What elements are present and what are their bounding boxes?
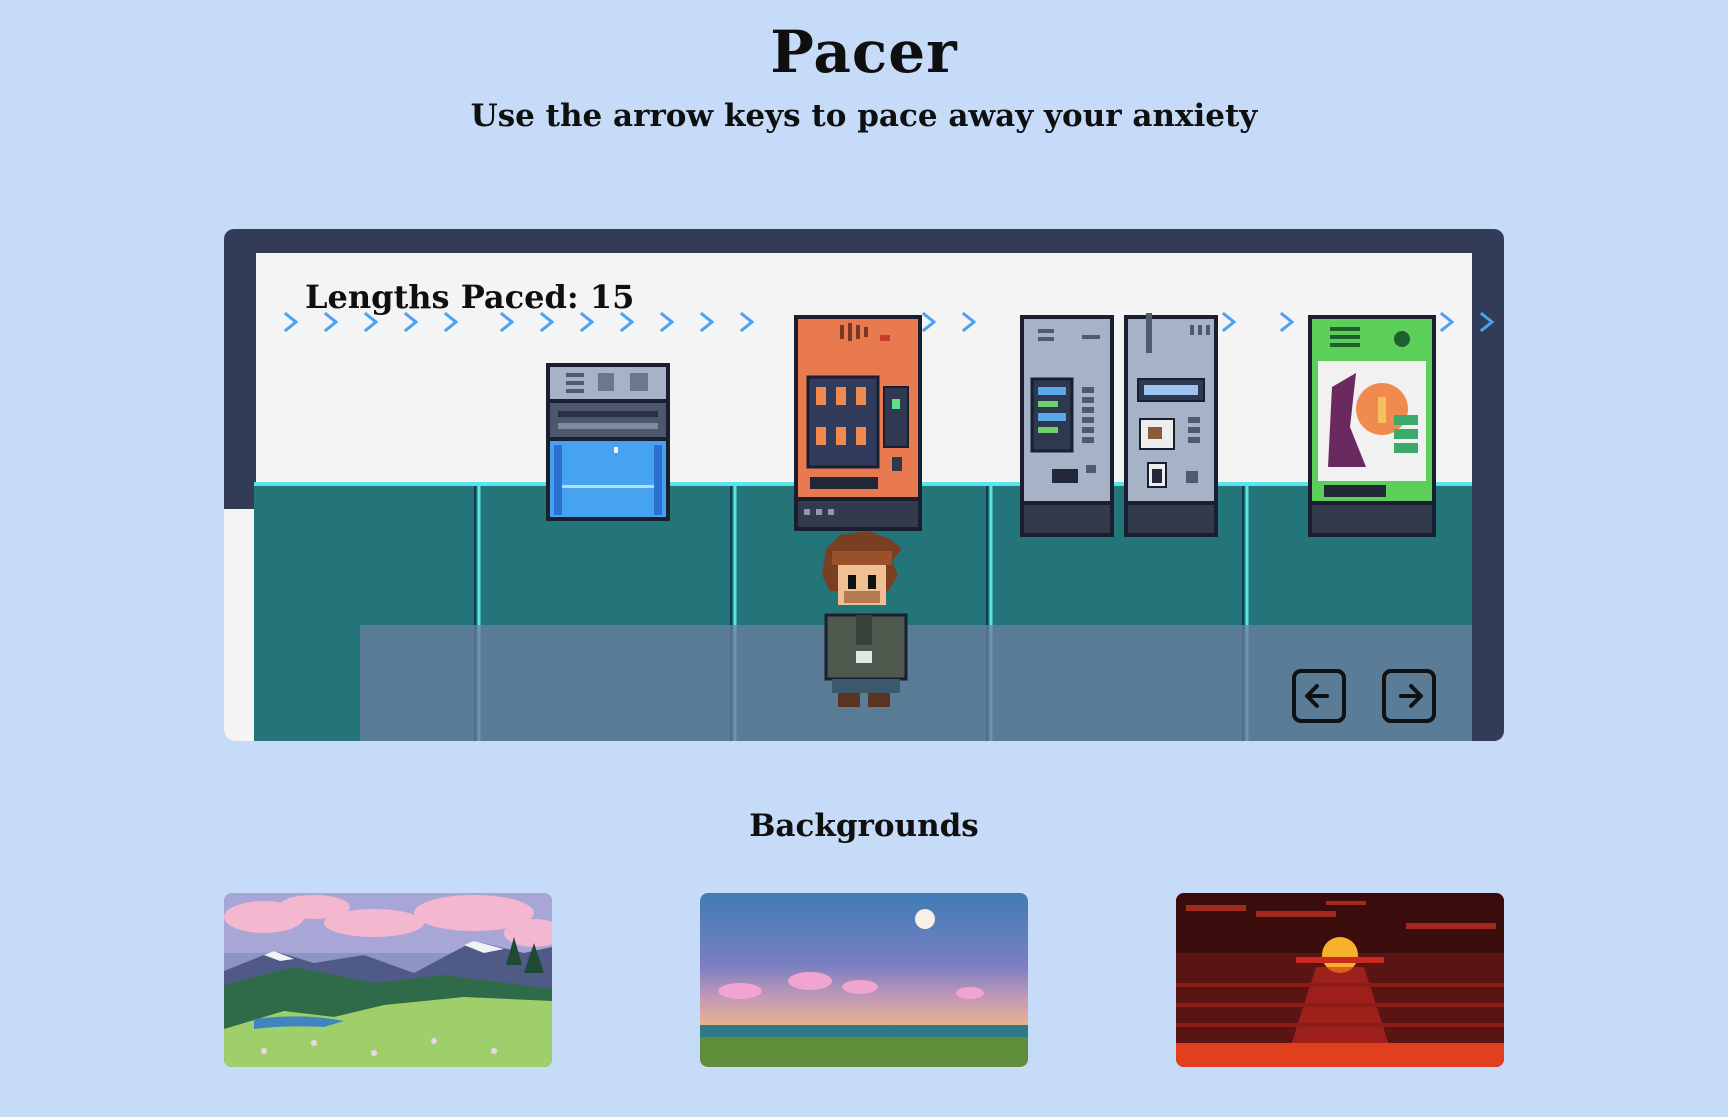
right-arrow-button[interactable] <box>1382 669 1436 723</box>
player-character-icon <box>822 531 908 707</box>
lengths-paced-counter: Lengths Paced: 15 <box>305 278 635 316</box>
arrow-right-icon <box>1399 684 1423 708</box>
background-option-twilight[interactable] <box>700 893 1028 1067</box>
twilight-sky-thumbnail <box>700 893 1028 1067</box>
backgrounds-heading: Backgrounds <box>749 808 979 844</box>
red-sunset-thumbnail <box>1176 893 1504 1067</box>
gray-vending-machine-icon <box>1020 315 1114 537</box>
orange-vending-machine-icon <box>794 315 922 531</box>
mountain-meadow-thumbnail <box>224 893 552 1067</box>
background-option-sunset[interactable] <box>1176 893 1504 1067</box>
page-subtitle: Use the arrow keys to pace away your anx… <box>470 98 1258 134</box>
arrow-left-icon <box>1305 684 1329 708</box>
left-arrow-button[interactable] <box>1292 669 1346 723</box>
chevron-icon <box>1479 311 1495 333</box>
green-vending-machine-icon <box>1308 315 1436 537</box>
water-cooler-icon <box>546 363 670 521</box>
page-title: Pacer <box>770 18 958 86</box>
background-option-mountains[interactable] <box>224 893 552 1067</box>
coffee-vending-machine-icon <box>1124 313 1218 537</box>
